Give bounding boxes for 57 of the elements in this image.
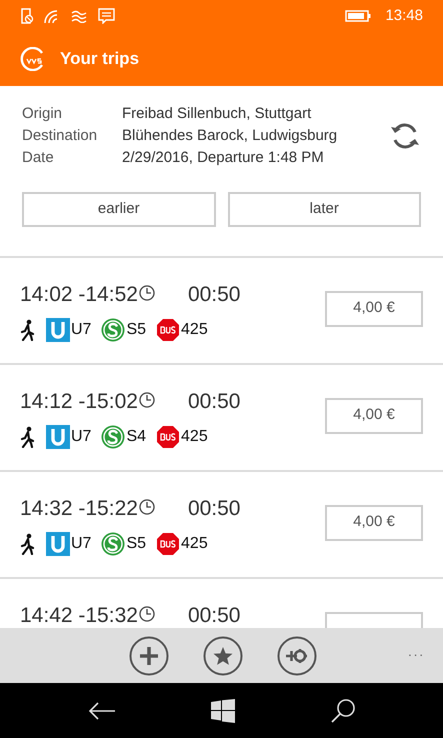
phone-icon <box>20 8 34 24</box>
battery-icon <box>345 10 372 22</box>
trip-duration: 00:50 <box>188 282 240 308</box>
trip-duration: 00:50 <box>188 496 240 522</box>
field-label: Date <box>22 148 55 168</box>
back-icon[interactable] <box>88 700 116 720</box>
bus-stop-icon <box>156 318 180 342</box>
suburban-train-icon <box>101 532 126 556</box>
walking-person-icon <box>20 533 36 556</box>
clock-icon <box>138 499 155 515</box>
line-number: S5 <box>126 320 146 340</box>
line-number: 425 <box>181 320 208 340</box>
paging-button[interactable]: earlier <box>22 192 216 227</box>
windows-icon[interactable] <box>210 698 234 722</box>
trip-times: 14:12 -15:02 <box>20 388 138 415</box>
logo-icon <box>20 47 46 71</box>
page-title: Your trips <box>60 48 140 70</box>
trip-duration: 00:50 <box>188 388 240 415</box>
walking-person-icon <box>20 319 36 342</box>
line-number: U7 <box>71 320 92 340</box>
line-number: 425 <box>181 534 208 554</box>
field-value: Freibad Sillenbuch, Stuttgart <box>122 104 312 124</box>
more-button[interactable]: ... <box>408 642 425 662</box>
bus-stop-icon <box>156 532 180 556</box>
line-number: S5 <box>126 534 146 554</box>
trip-duration: 00:50 <box>188 602 240 628</box>
trip-times: 14:42 -15:32 <box>20 602 138 628</box>
trip-times: 14:02 -14:52 <box>20 282 138 308</box>
price-button[interactable]: 4,00 € <box>325 398 423 434</box>
search-icon[interactable] <box>330 698 356 724</box>
suburban-train-icon <box>101 318 126 342</box>
plugin-icon[interactable] <box>277 636 317 676</box>
walking-person-icon <box>20 426 36 448</box>
field-label: Origin <box>22 104 64 124</box>
paging-button[interactable]: later <box>228 192 421 227</box>
add-icon[interactable] <box>129 636 169 676</box>
price-button[interactable]: 4,00 € <box>325 290 423 326</box>
trip-times: 14:32 -15:22 <box>20 496 138 522</box>
clock-icon <box>138 285 155 301</box>
message-icon <box>98 8 115 24</box>
field-value: Blühendes Barock, Ludwigsburg <box>122 126 338 146</box>
clock-icon <box>138 392 155 408</box>
field-value: 2/29/2016, Departure 1:48 PM <box>122 148 325 168</box>
subway-icon <box>46 318 70 342</box>
line-number: 425 <box>181 427 208 448</box>
clock-icon <box>138 606 155 622</box>
wave-icon <box>70 9 88 23</box>
subway-icon <box>46 425 70 450</box>
field-label: Destination <box>22 126 98 146</box>
subway-icon <box>46 532 70 556</box>
bus-stop-icon <box>156 425 180 450</box>
line-number: U7 <box>71 534 92 554</box>
suburban-train-icon <box>101 425 126 450</box>
line-number: U7 <box>71 427 92 448</box>
line-number: S4 <box>126 427 146 448</box>
clock-time: 13:48 <box>385 6 423 26</box>
price-button[interactable]: 4,00 € <box>325 504 423 540</box>
